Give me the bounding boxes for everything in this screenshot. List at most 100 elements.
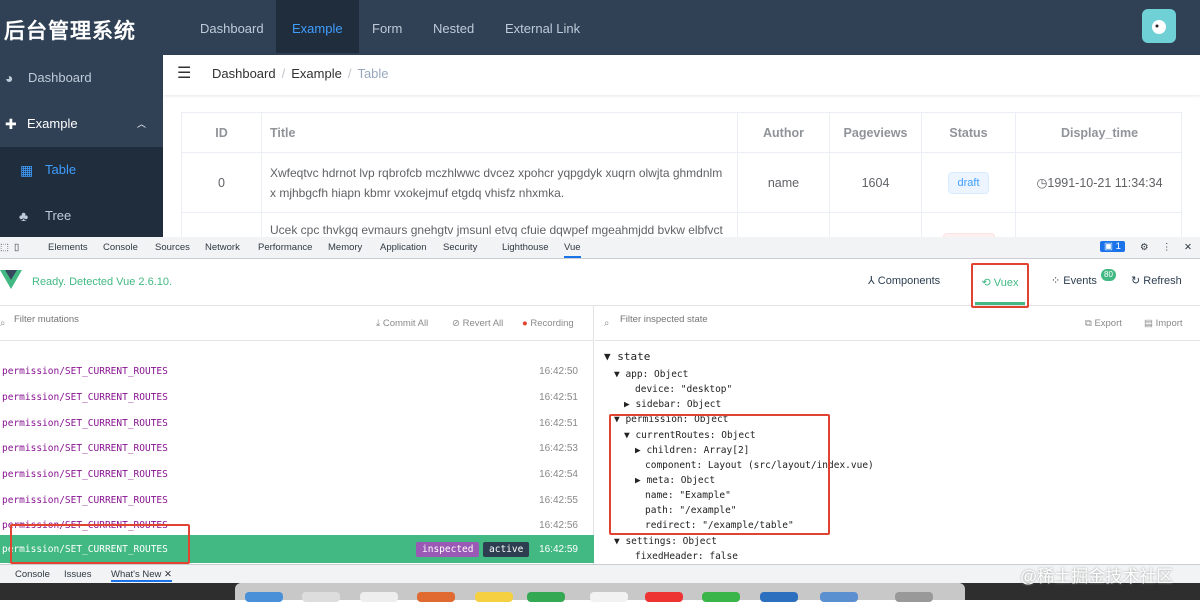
vue-ready-status: Ready. Detected Vue 2.6.10. xyxy=(32,276,173,288)
tab-lighthouse[interactable]: Lighthouse xyxy=(502,242,548,253)
sidebar-item-tree[interactable]: ♣ Tree xyxy=(0,193,163,240)
data-table: ID Title Author Pageviews Status Display… xyxy=(181,112,1182,240)
list-item[interactable]: permission/SET_CURRENT_ROUTES 16:42:50 xyxy=(0,359,594,385)
recording-toggle[interactable]: ● Recording xyxy=(522,318,574,329)
tab-events[interactable]: ⁘ Events xyxy=(1051,274,1097,287)
table-header: ID Title Author Pageviews Status Display… xyxy=(182,113,1181,153)
app-icon[interactable] xyxy=(820,592,858,602)
col-display-time[interactable]: Display_time xyxy=(1016,113,1181,152)
topnav-nested[interactable]: Nested xyxy=(417,0,490,53)
app-icon[interactable] xyxy=(527,592,565,602)
topnav-example[interactable]: Example xyxy=(276,0,359,53)
tab-performance[interactable]: Performance xyxy=(258,242,312,253)
col-pageviews[interactable]: Pageviews xyxy=(830,113,922,152)
breadcrumb-example[interactable]: Example xyxy=(291,66,342,81)
topnav-external-link[interactable]: External Link xyxy=(489,0,596,53)
device-toggle-icon[interactable]: ▯ xyxy=(14,242,19,253)
revert-all-button[interactable]: ⊘ Revert All xyxy=(452,318,503,329)
state-node[interactable]: ▶ sidebar: Object xyxy=(624,399,721,410)
more-icon[interactable]: ⋮ xyxy=(1162,242,1172,253)
tab-vue[interactable]: Vue xyxy=(564,242,581,258)
import-button[interactable]: ▤ Import xyxy=(1144,318,1183,329)
tab-application[interactable]: Application xyxy=(380,242,426,253)
filter-state-input[interactable] xyxy=(620,314,920,325)
state-node: device: "desktop" xyxy=(635,384,733,395)
close-icon[interactable]: ✕ xyxy=(1184,242,1192,253)
active-badge: active xyxy=(483,542,530,557)
tab-memory[interactable]: Memory xyxy=(328,242,362,253)
state-node[interactable]: ▼ settings: Object xyxy=(614,536,717,547)
highlight-box xyxy=(10,524,190,564)
list-item[interactable]: permission/SET_CURRENT_ROUTES 16:42:54 xyxy=(0,462,594,488)
state-root[interactable]: ▼ state xyxy=(604,350,650,363)
inspect-icon[interactable]: ⬚ xyxy=(0,242,9,253)
export-icon: ⧉ xyxy=(1085,318,1092,329)
revert-icon: ⊘ xyxy=(452,318,460,329)
devtools-tabbar: ⬚ ▯ Elements Console Sources Network Per… xyxy=(0,237,1200,259)
app-icon[interactable] xyxy=(702,592,740,602)
gear-icon[interactable]: ⚙ xyxy=(1140,242,1149,253)
refresh-button[interactable]: ↻ Refresh xyxy=(1131,274,1182,287)
watermark: @稀土掘金技术社区 xyxy=(1020,567,1174,586)
history-icon: ⟲ xyxy=(981,277,991,289)
breadcrumb-dashboard[interactable]: Dashboard xyxy=(212,66,276,81)
sidebar-item-dashboard[interactable]: ◕ Dashboard xyxy=(0,55,163,101)
app-icon[interactable] xyxy=(590,592,628,602)
topnav-form[interactable]: Form xyxy=(356,0,418,53)
finder-icon[interactable] xyxy=(245,592,283,602)
col-title[interactable]: Title xyxy=(262,113,738,152)
close-icon[interactable]: ✕ xyxy=(164,569,172,580)
app-title: 后台管理系统 xyxy=(4,20,136,43)
topnav-dashboard[interactable]: Dashboard xyxy=(184,0,280,53)
col-author[interactable]: Author xyxy=(738,113,830,152)
highlight-box xyxy=(609,414,830,535)
breadcrumb-table: Table xyxy=(357,66,389,81)
app-icon[interactable] xyxy=(645,592,683,602)
col-status[interactable]: Status xyxy=(922,113,1016,152)
sidebar-item-example[interactable]: ✚ Example ︿ xyxy=(0,101,163,147)
drawer-tab-issues[interactable]: Issues xyxy=(64,569,91,580)
hamburger-icon[interactable]: ☰ xyxy=(177,63,191,83)
drawer-tab-console[interactable]: Console xyxy=(15,569,50,580)
list-item[interactable]: permission/SET_CURRENT_ROUTES 16:42:53 xyxy=(0,436,594,462)
list-item[interactable]: permission/SET_CURRENT_ROUTES 16:42:55 xyxy=(0,488,594,514)
table-row: Ucek cpc thvkgq evmaurs gnehgtv jmsunl e… xyxy=(182,213,1181,239)
clock-icon: ◷ xyxy=(1036,176,1048,190)
table-row: 0 Xwfeqtvc hdrnot lvp rqbrofcb mczhlwwc … xyxy=(182,153,1181,213)
commit-all-button[interactable]: ⤓ Commit All xyxy=(376,318,428,329)
filter-mutations-input[interactable] xyxy=(14,314,314,325)
app-icon[interactable] xyxy=(360,592,398,602)
tab-network[interactable]: Network xyxy=(205,242,240,253)
notes-icon[interactable] xyxy=(475,592,513,602)
example-icon: ✚ xyxy=(5,116,17,132)
app-icon[interactable] xyxy=(417,592,455,602)
events-icon: ⁘ xyxy=(1051,275,1061,287)
import-icon: ▤ xyxy=(1144,318,1153,329)
app-icon[interactable] xyxy=(302,592,340,602)
state-node: fixedHeader: false xyxy=(635,551,738,562)
app-icon[interactable] xyxy=(760,592,798,602)
status-badge: draft xyxy=(948,171,989,194)
state-node[interactable]: ▼ app: Object xyxy=(614,369,688,380)
breadcrumb: Dashboard / Example / Table xyxy=(212,66,389,81)
avatar[interactable] xyxy=(1142,9,1176,43)
top-navbar xyxy=(0,0,1200,55)
app-icon[interactable] xyxy=(895,592,933,602)
list-item[interactable]: permission/SET_CURRENT_ROUTES 16:42:51 xyxy=(0,411,594,437)
tab-components[interactable]: ⅄ Components xyxy=(868,274,940,287)
drawer-tab-whats-new[interactable]: What's New ✕ xyxy=(111,569,172,582)
mutations-toolbar: ⌕ ⤓ Commit All ⊘ Revert All ● Recording xyxy=(0,306,593,341)
record-icon: ● xyxy=(522,318,528,329)
state-toolbar: ⌕ ⧉ Export ▤ Import xyxy=(595,306,1200,341)
tab-console[interactable]: Console xyxy=(103,242,138,253)
col-id[interactable]: ID xyxy=(182,113,262,152)
tab-security[interactable]: Security xyxy=(443,242,477,253)
inspected-badge: inspected xyxy=(416,542,480,557)
tab-sources[interactable]: Sources xyxy=(155,242,190,253)
issues-badge[interactable]: ▣ 1 xyxy=(1100,241,1125,252)
export-button[interactable]: ⧉ Export xyxy=(1085,318,1122,329)
sidebar-item-table[interactable]: ▦ Table xyxy=(0,147,163,193)
search-icon: ⌕ xyxy=(604,318,610,329)
list-item[interactable]: permission/SET_CURRENT_ROUTES 16:42:51 xyxy=(0,385,594,411)
tab-elements[interactable]: Elements xyxy=(48,242,88,253)
